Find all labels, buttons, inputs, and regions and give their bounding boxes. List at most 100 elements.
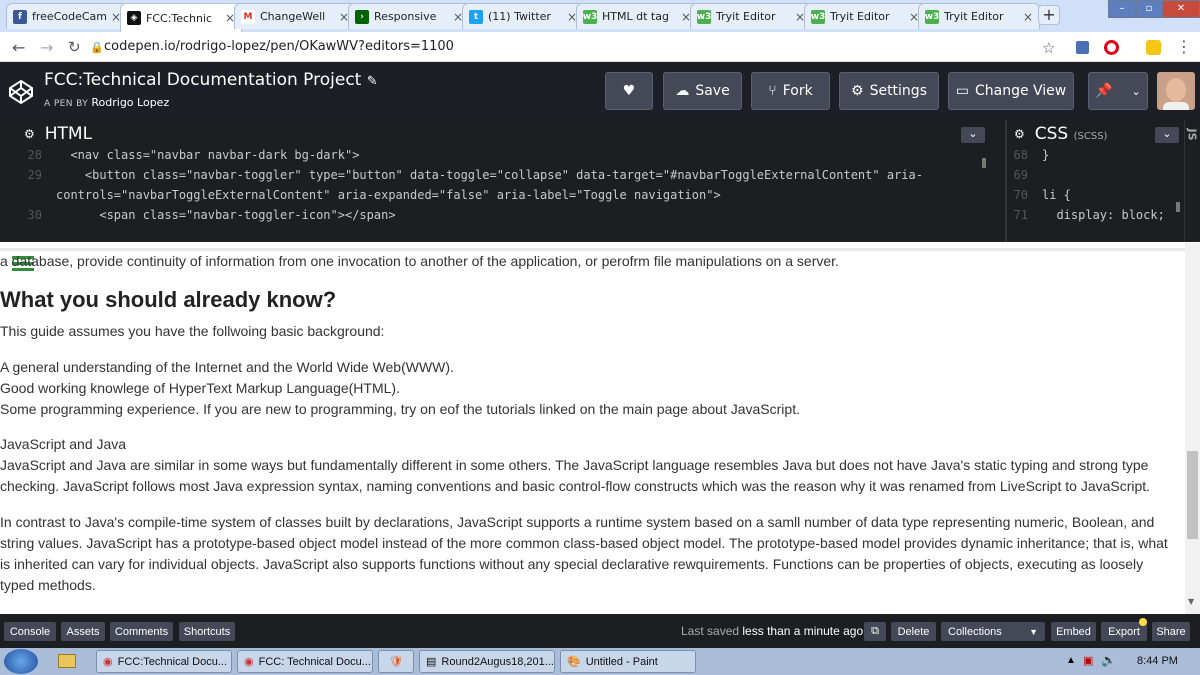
section-heading: What you should already know? (0, 287, 337, 312)
lock-icon: 🔒 (90, 41, 104, 54)
taskbar-item-paint[interactable]: 🎨 Untitled - Paint (560, 650, 696, 673)
embed-button[interactable]: Embed (1051, 622, 1096, 641)
change-view-button[interactable]: ▭ Change View (948, 72, 1074, 110)
cloud-icon: ☁ (675, 83, 690, 99)
line-number: 28 (27, 148, 42, 162)
opera-icon[interactable] (1104, 40, 1119, 55)
fork-button[interactable]: ⑂ Fork (751, 72, 830, 110)
browser-tab[interactable]: w3 Tryit Editor × (918, 3, 1040, 29)
notification-dot (1139, 618, 1147, 626)
code-line: controls="navbarToggleExternalContent" a… (0, 188, 721, 202)
back-icon[interactable]: ← (12, 38, 25, 57)
taskbar-item-chrome-2[interactable]: ◉ FCC: Technical Docu... (237, 650, 373, 673)
css-settings-gear-icon[interactable]: ⚙ (1014, 127, 1025, 141)
browser-tab[interactable]: t (11) Twitter × (462, 3, 584, 29)
html-code-area[interactable]: 28 <nav class="navbar navbar-dark bg-dar… (0, 148, 995, 242)
author-link[interactable]: Rodrigo Lopez (91, 96, 169, 109)
tray-expand-icon[interactable]: ▲ (1066, 655, 1076, 666)
browser-tab[interactable]: M ChangeWell × (234, 3, 356, 29)
network-icon[interactable]: ▣ (1083, 654, 1093, 667)
close-window-button[interactable]: ✕ (1162, 0, 1200, 18)
extension-icon[interactable] (1146, 40, 1161, 55)
scrollbar-thumb[interactable] (1187, 451, 1198, 539)
intro-paragraph: a database, provide continuity of inform… (0, 253, 839, 269)
list-item: A general understanding of the Internet … (0, 359, 454, 375)
save-button[interactable]: ☁ Save (663, 72, 742, 110)
subsection-title: JavaScript and Java (0, 436, 127, 452)
editors-pane: ⚙ HTML ⌄ 28 <nav class="navbar navbar-da… (0, 120, 1200, 242)
browser-tab[interactable]: f freeCodeCam × (6, 3, 128, 29)
love-button[interactable]: ♥ (605, 72, 653, 110)
avatar[interactable] (1157, 72, 1195, 110)
assets-button[interactable]: Assets (61, 622, 105, 641)
preview-pane: a database, provide continuity of inform… (0, 243, 1185, 614)
browser-tab[interactable]: w3 HTML dt tag × (576, 3, 698, 29)
url-field[interactable]: codepen.io/rodrigo-lopez/pen/OKawWV?edit… (104, 39, 454, 54)
scroll-down-icon[interactable]: ▼ (1188, 597, 1194, 606)
html-collapse-chevron-icon[interactable]: ⌄ (961, 127, 985, 143)
taskbar-item-brave[interactable]: 🛡 (378, 650, 414, 673)
pin-button[interactable]: 📌 ⌄ (1088, 72, 1148, 110)
taskbar-item-document[interactable]: ▤ Round2Augus18,201... (419, 650, 555, 673)
browser-tab[interactable]: w3 Tryit Editor × (690, 3, 812, 29)
code-line: 69 (1010, 168, 1042, 182)
shield-extension-icon[interactable] (1076, 41, 1089, 54)
code-line: 29 <button class="navbar-toggler" type="… (0, 168, 923, 182)
guide-intro: This guide assumes you have the follwoin… (0, 323, 385, 339)
line-number: 68 (1013, 148, 1028, 162)
codepen-icon: ◈ (127, 11, 141, 25)
file-explorer-icon[interactable] (58, 654, 76, 668)
minimize-button[interactable]: – (1108, 0, 1136, 18)
fork-icon: ⑂ (768, 83, 777, 99)
delete-button[interactable]: Delete (891, 622, 936, 641)
clock[interactable]: 8:44 PM (1137, 655, 1178, 667)
save-label: Save (695, 83, 730, 99)
chrome-icon: ◉ (244, 656, 254, 668)
css-scrollbar[interactable] (1176, 202, 1180, 212)
collections-label: Collections (948, 625, 1002, 638)
code-text: <button class="navbar-toggler" type="but… (56, 168, 923, 182)
browser-tab[interactable]: › Responsive × (348, 3, 470, 29)
star-icon[interactable]: ☆ (1042, 39, 1055, 57)
forward-icon[interactable]: → (40, 38, 53, 57)
facebook-icon: f (13, 9, 27, 24)
volume-icon[interactable]: 🔊 (1101, 653, 1116, 667)
code-text: <nav class="navbar navbar-dark bg-dark"> (56, 148, 360, 162)
new-tab-button[interactable]: + (1038, 5, 1060, 25)
codepen-logo-icon[interactable] (8, 79, 34, 105)
settings-button[interactable]: ⚙ Settings (839, 72, 939, 110)
menu-icon[interactable]: ⋮ (1176, 37, 1192, 56)
share-button[interactable]: Share (1152, 622, 1190, 641)
browser-tab[interactable]: w3 Tryit Editor × (804, 3, 926, 29)
w3schools-icon: w3 (696, 9, 712, 24)
pen-title[interactable]: FCC:Technical Documentation Project (44, 70, 361, 90)
html-scrollbar[interactable] (982, 158, 986, 168)
shortcuts-button[interactable]: Shortcuts (179, 622, 235, 641)
preview-scrollbar[interactable]: ▼ (1185, 243, 1200, 614)
tab-label: Responsive (374, 10, 437, 23)
chevron-down-icon: ▼ (1029, 626, 1038, 637)
maximize-button[interactable]: ▫ (1136, 0, 1162, 18)
collections-button[interactable]: Collections ▼ (941, 622, 1045, 641)
tab-label: Tryit Editor (944, 10, 1004, 23)
reload-icon[interactable]: ↻ (68, 38, 81, 56)
external-link-icon[interactable]: ⧉ (864, 622, 886, 641)
chevron-down-icon[interactable]: ⌄ (1131, 85, 1140, 98)
edit-pencil-icon[interactable]: ✎ (367, 74, 378, 89)
comments-button[interactable]: Comments (110, 622, 173, 641)
browser-tab[interactable]: ◈ FCC:Technic × (120, 3, 242, 32)
line-number: 70 (1013, 188, 1028, 202)
code-text: controls="navbarToggleExternalContent" a… (56, 188, 721, 202)
css-code-area[interactable]: 68} 69 70 li {71 display: block; (1010, 148, 1180, 242)
js-editor-tab[interactable]: JS (1184, 120, 1200, 242)
css-collapse-chevron-icon[interactable]: ⌄ (1155, 127, 1179, 143)
list-item: Some programming experience. If you are … (0, 401, 800, 417)
close-tab-icon[interactable]: × (1023, 10, 1033, 24)
start-button[interactable] (4, 649, 38, 674)
taskbar-label: Round2Augus18,201... (441, 655, 554, 668)
taskbar-item-chrome-1[interactable]: ◉ FCC:Technical Docu... (96, 650, 232, 673)
console-button[interactable]: Console (4, 622, 56, 641)
freecodecamp-icon: › (355, 9, 369, 24)
tab-label: Tryit Editor (716, 10, 776, 23)
html-settings-gear-icon[interactable]: ⚙ (24, 127, 35, 141)
